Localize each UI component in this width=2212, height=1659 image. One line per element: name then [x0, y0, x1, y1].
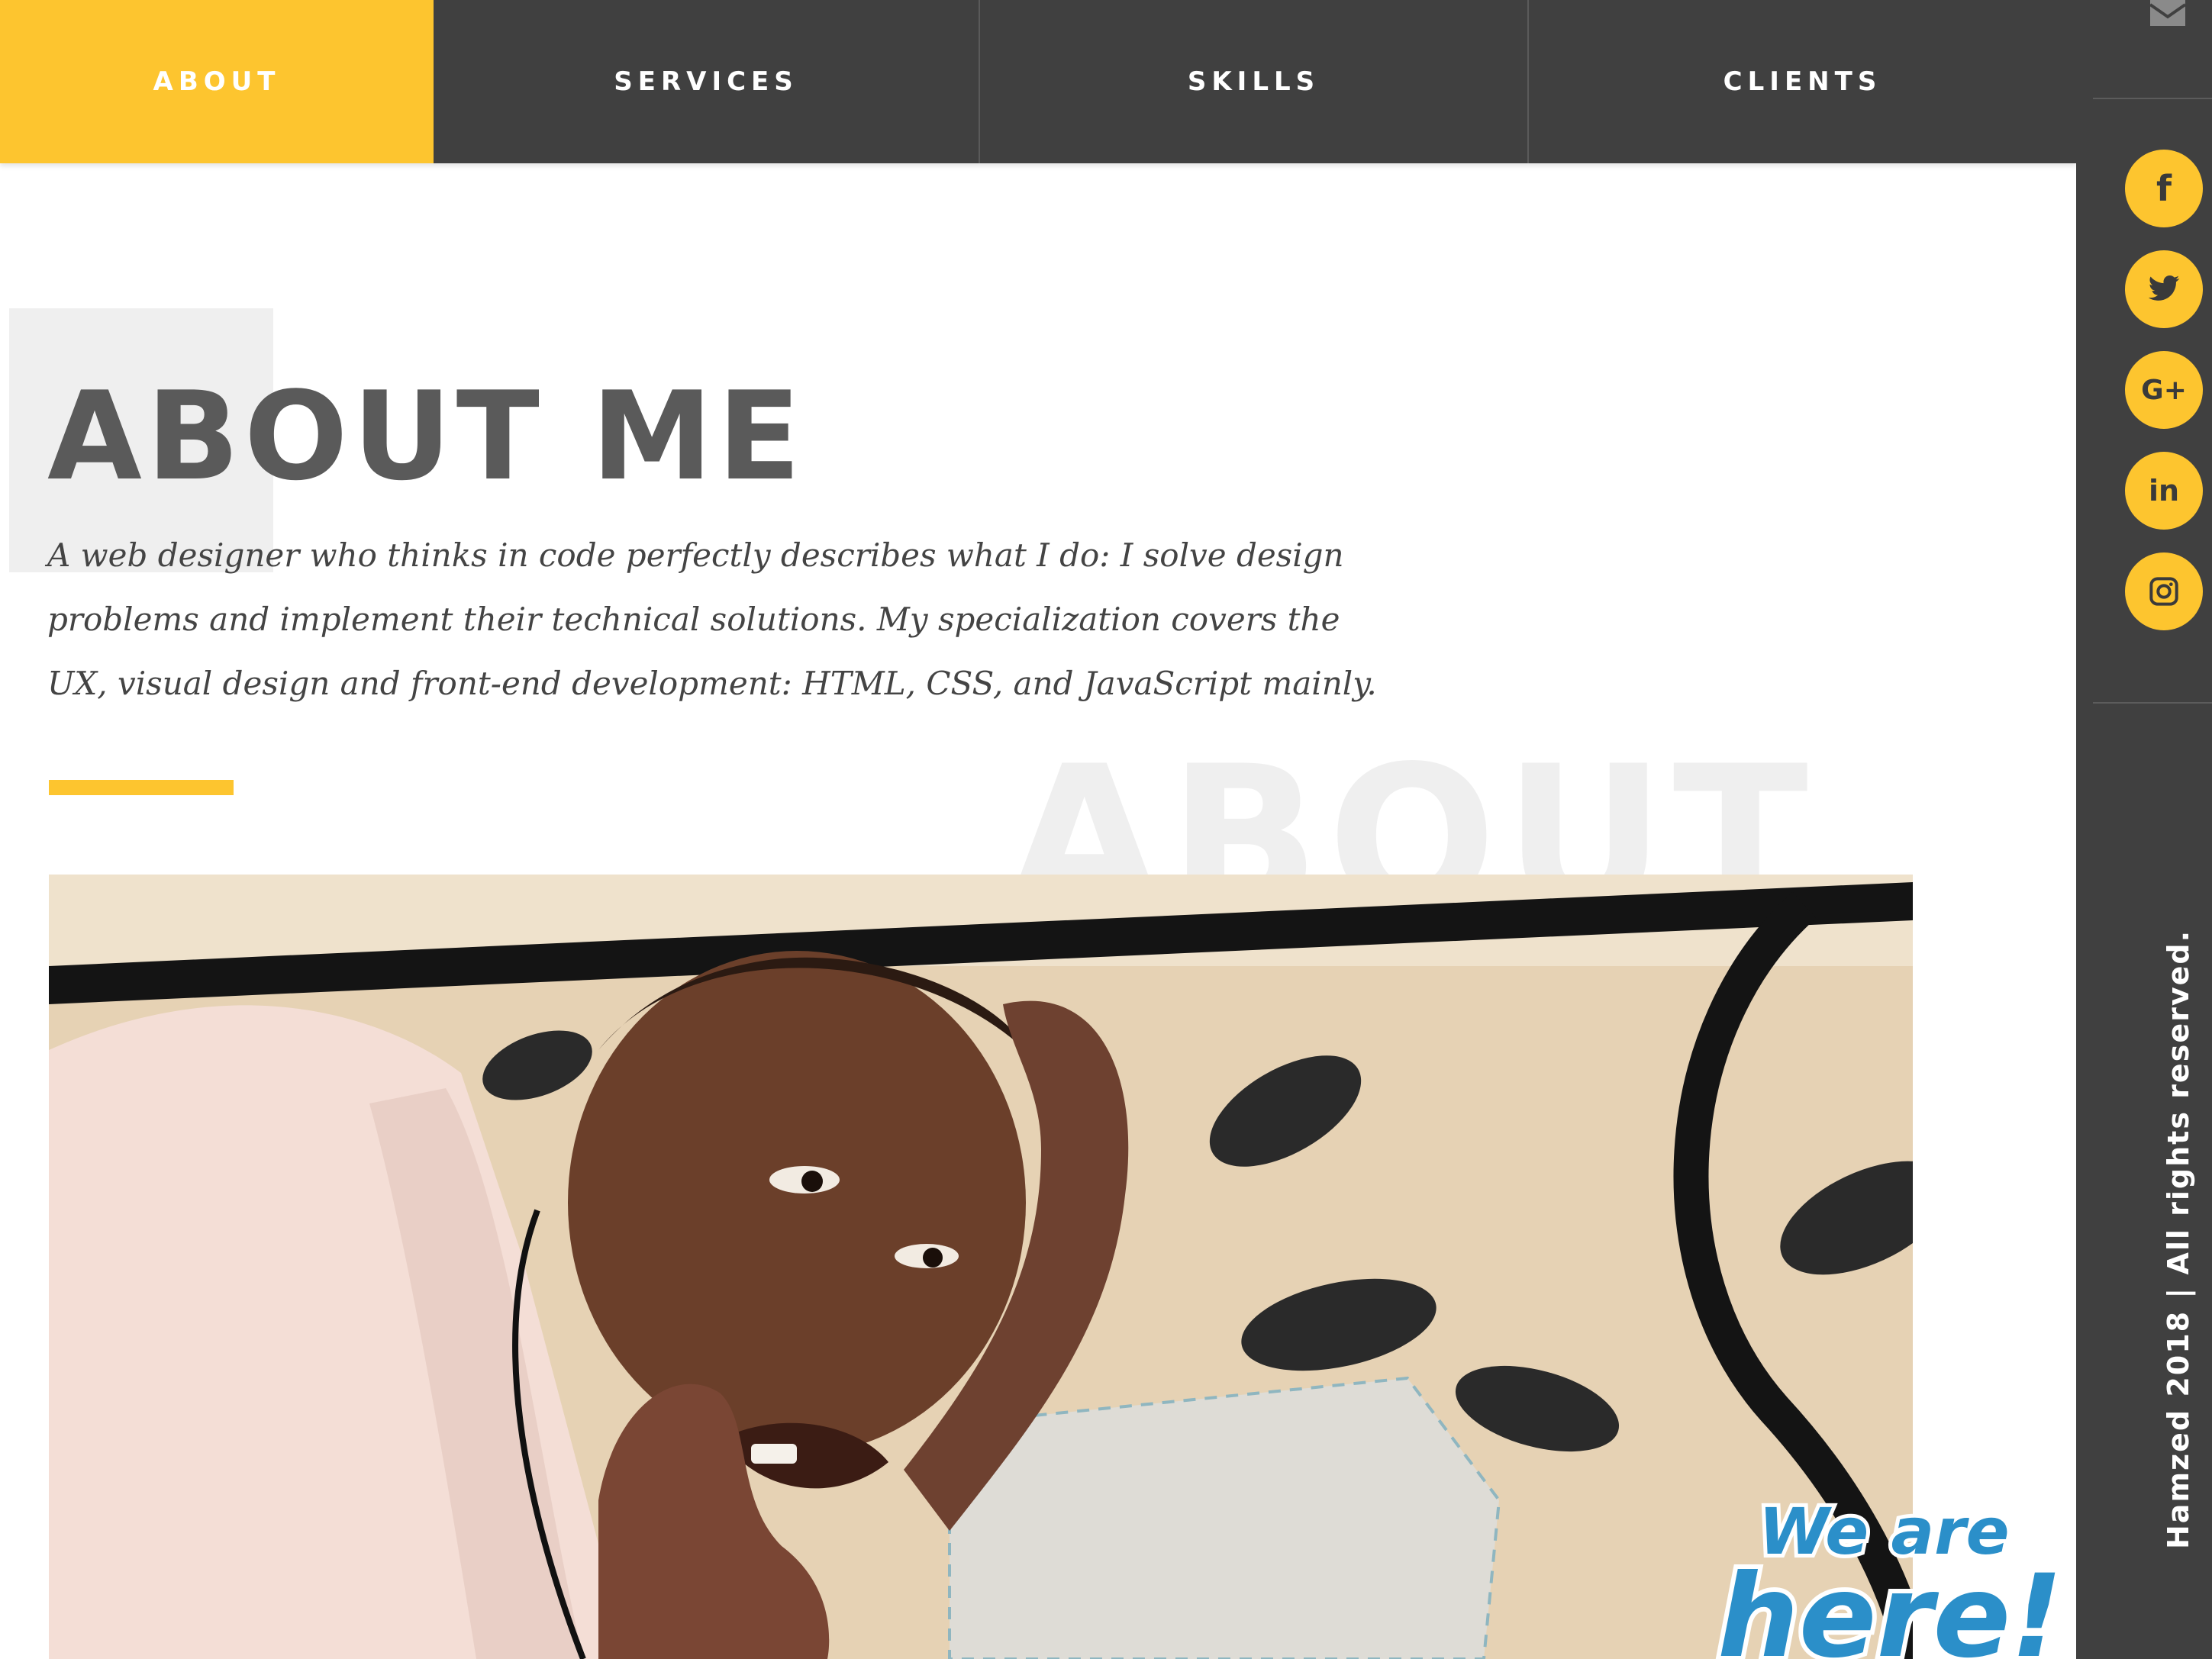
linkedin-icon[interactable]: in	[2125, 452, 2203, 530]
google-plus-icon[interactable]: G+	[2125, 351, 2203, 429]
sidebar-divider	[2093, 702, 2212, 704]
instagram-camera-icon	[2149, 577, 2178, 606]
instagram-icon[interactable]	[2125, 552, 2203, 630]
tab-services[interactable]: SERVICES	[434, 0, 980, 163]
accent-bar	[49, 780, 234, 795]
tab-about[interactable]: ABOUT	[0, 0, 434, 163]
mail-icon[interactable]	[2149, 0, 2187, 31]
tab-clients[interactable]: CLIENTS	[1529, 0, 2076, 163]
sidebar-divider	[2093, 98, 2212, 99]
chat-widget-badge[interactable]: We are here!	[1702, 1488, 2076, 1659]
intro-paragraph: A web designer who thinks in code perfec…	[47, 536, 1377, 702]
facebook-icon[interactable]: f	[2125, 150, 2203, 227]
profile-photo	[49, 875, 1913, 1659]
twitter-bird-icon	[2148, 275, 2180, 301]
chat-badge-line2: here!	[1717, 1551, 2063, 1659]
tab-skills[interactable]: SKILLS	[980, 0, 1529, 163]
top-navigation: ABOUT SERVICES SKILLS CLIENTS	[0, 0, 2076, 163]
copyright-text: Hamzed 2018 | All rights reserved.	[2162, 929, 2195, 1549]
twitter-icon[interactable]	[2125, 250, 2203, 328]
facebook-glyph: f	[2156, 168, 2172, 209]
linkedin-glyph: in	[2148, 474, 2180, 507]
google-plus-glyph: G+	[2141, 374, 2187, 406]
page-title: ABOUT ME	[47, 365, 806, 507]
